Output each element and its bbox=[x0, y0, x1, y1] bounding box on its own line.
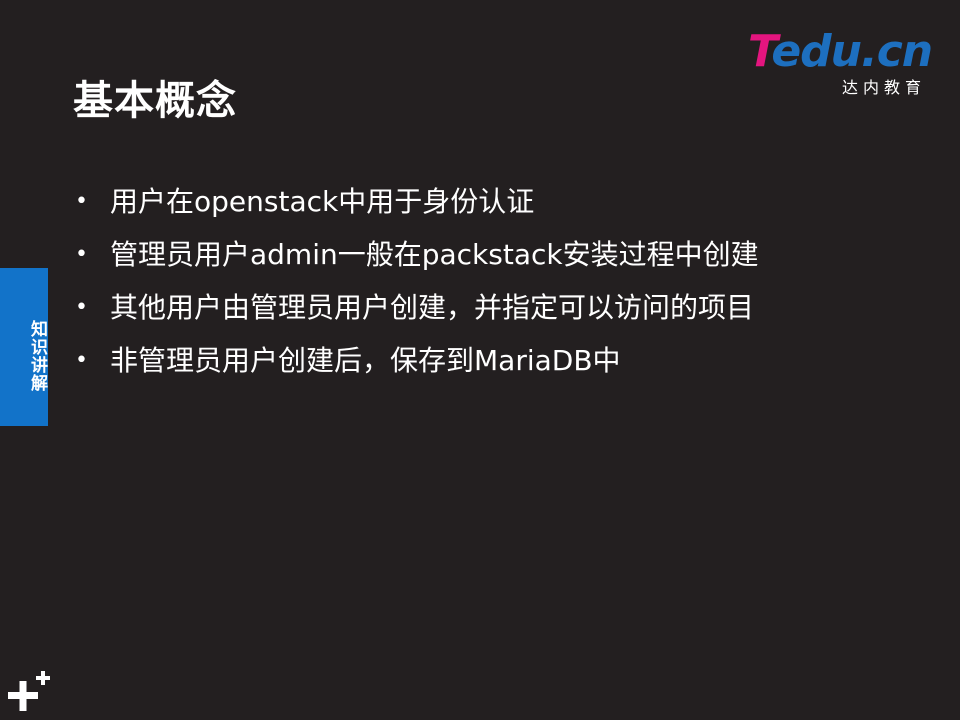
page-title: 基本概念 bbox=[73, 78, 237, 124]
slide: 基本概念 Tedu.cn 达内教育 知识讲解 • 用户在openstack中用于身… bbox=[0, 0, 960, 720]
bullet-dot: • bbox=[75, 295, 88, 320]
side-tab: 知识讲解 bbox=[0, 268, 48, 426]
bullet-dot: • bbox=[75, 242, 88, 267]
list-item: • 非管理员用户创建后，保存到MariaDB中 bbox=[72, 335, 759, 388]
list-item: • 用户在openstack中用于身份认证 bbox=[72, 176, 759, 229]
list-item: • 其他用户由管理员用户创建，并指定可以访问的项目 bbox=[72, 282, 759, 335]
bullet-list: • 用户在openstack中用于身份认证 • 管理员用户admin一般在packs… bbox=[72, 176, 759, 388]
logo-mark-rest: edu.cn bbox=[771, 26, 933, 77]
side-tab-label: 知识讲解 bbox=[27, 320, 47, 392]
bullet-dot: • bbox=[75, 189, 88, 214]
bullet-text: 非管理员用户创建后，保存到MariaDB中 bbox=[110, 344, 621, 377]
plus-icon bbox=[8, 671, 50, 711]
bullet-dot: • bbox=[75, 348, 88, 373]
tedu-logo: Tedu.cn 达内教育 bbox=[748, 28, 933, 98]
logo-mark: Tedu.cn bbox=[748, 26, 933, 77]
logo-mark-t: T bbox=[748, 26, 772, 77]
bullet-text: 用户在openstack中用于身份认证 bbox=[110, 185, 535, 218]
bullet-text: 其他用户由管理员用户创建，并指定可以访问的项目 bbox=[110, 291, 755, 324]
bullet-text: 管理员用户admin一般在packstack安装过程中创建 bbox=[110, 238, 759, 271]
logo-subtitle: 达内教育 bbox=[841, 78, 926, 97]
list-item: • 管理员用户admin一般在packstack安装过程中创建 bbox=[72, 229, 759, 282]
